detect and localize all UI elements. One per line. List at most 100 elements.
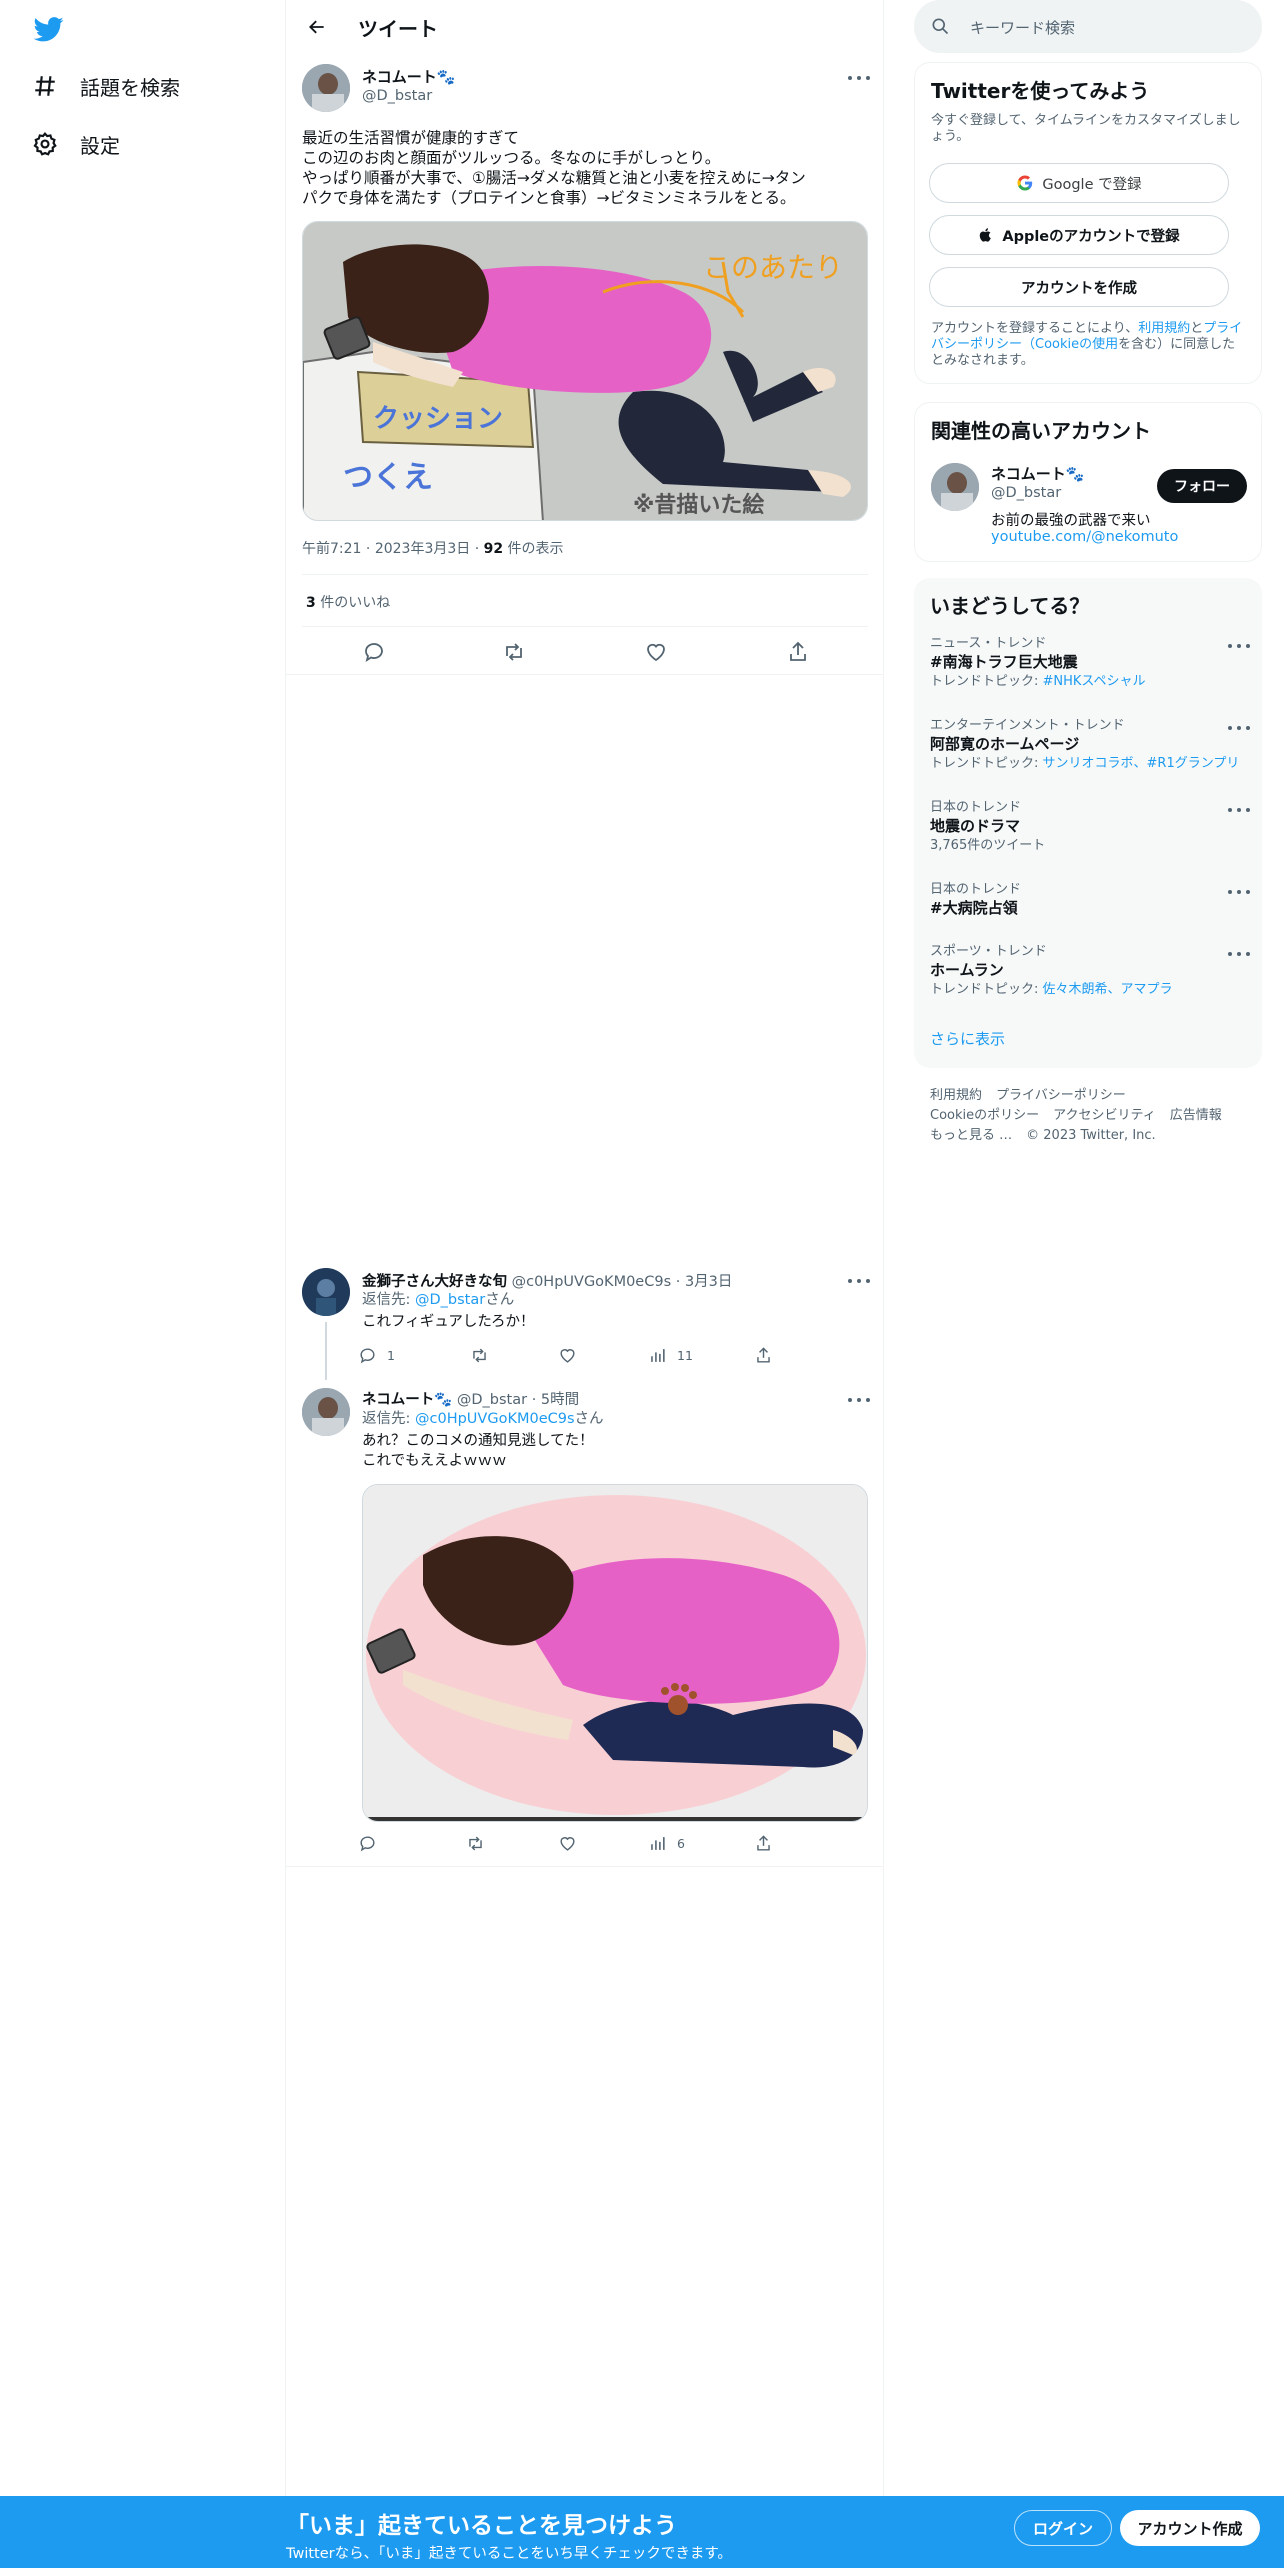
reply-to-link[interactable]: @D_bstar [415, 1292, 485, 1308]
footer-link[interactable]: 広告情報 [1170, 1108, 1222, 1123]
footer-link[interactable]: アクセシビリティ [1053, 1108, 1156, 1123]
reply-author-handle[interactable]: @c0HpUVGoKM0eC9s [512, 1274, 672, 1290]
analytics-bars-icon [651, 1837, 665, 1850]
footer-link[interactable]: 利用規約 [930, 1088, 982, 1103]
like-button[interactable] [558, 1834, 577, 1853]
main-tweet-avatar[interactable] [302, 64, 350, 112]
reply-author-handle[interactable]: @D_bstar [457, 1392, 527, 1408]
tweet-likes[interactable]: 3 件のいいね [306, 592, 390, 612]
main-tweet-actions [302, 636, 868, 668]
views-button[interactable]: 6 [648, 1834, 685, 1853]
more-options-icon[interactable] [1228, 950, 1250, 958]
top-bar: ツイート [286, 0, 884, 53]
main-column: ツイート ネコムート🐾 @D_bstar 最近の生活習慣が健康的すぎて この辺の… [286, 0, 884, 2496]
trend-topic-link[interactable]: #NHKスペシャル [1043, 674, 1146, 689]
main-tweet-image[interactable]: このあたり クッション つくえ ※昔描いた絵 [302, 221, 868, 521]
trend-item[interactable]: スポーツ・トレンド ホームラン トレンドトピック: 佐々木朗希、アマプラ [930, 944, 1250, 1000]
share-button[interactable] [754, 1834, 773, 1853]
reply-tweet[interactable]: ネコムート🐾 @D_bstar · 5時間 返信先: @c0HpUVGoKM0e… [286, 1388, 884, 1868]
divider [302, 574, 868, 575]
footer-link[interactable]: プライバシーポリシー [996, 1088, 1126, 1103]
retweet-button[interactable] [470, 1346, 489, 1365]
trend-topic-link[interactable]: 佐々木朗希、アマプラ [1043, 982, 1173, 997]
more-options-icon[interactable] [848, 74, 870, 82]
reply-icon[interactable] [362, 640, 386, 664]
search-icon [932, 18, 949, 35]
bottom-bar-title: 「いま」起きていることを見つけよう [286, 2513, 677, 2539]
signup-button[interactable]: アカウント作成 [1120, 2510, 1260, 2546]
reply-author-name[interactable]: 金獅子さん大好きな旬 [362, 1274, 507, 1290]
trend-topic-link[interactable]: サンリオコラボ、#R1グランプリ [1043, 756, 1240, 771]
thread-line [325, 1322, 327, 1380]
nav-explore[interactable]: 話題を検索 [32, 66, 180, 106]
related-account-name[interactable]: ネコムート🐾 [991, 463, 1084, 484]
retweet-icon [469, 1836, 482, 1851]
terms-mid: と [1190, 321, 1204, 336]
back-button[interactable] [300, 10, 334, 44]
create-account-button[interactable]: アカウントを作成 [929, 267, 1229, 307]
login-button[interactable]: ログイン [1014, 2510, 1112, 2546]
reply-image[interactable] [362, 1484, 868, 1822]
like-heart-icon[interactable] [644, 640, 668, 664]
reply-to-prefix: 返信先: [362, 1411, 415, 1427]
search-box[interactable]: キーワード検索 [914, 0, 1262, 53]
footer-link[interactable]: Cookieのポリシー [930, 1108, 1039, 1123]
trend-item[interactable]: 日本のトレンド #大病院占領 [930, 882, 1250, 918]
more-options-icon[interactable] [848, 1277, 870, 1285]
like-heart-icon [560, 1349, 575, 1363]
google-icon [1017, 175, 1033, 191]
reply-tweet[interactable]: 金獅子さん大好きな旬 @c0HpUVGoKM0eC9s · 3月3日 返信先: … [286, 1268, 884, 1380]
google-signup-label: Google で登録 [1042, 176, 1142, 193]
signup-terms: アカウントを登録することにより、利用規約とプライバシーポリシー（Cookieの使… [931, 321, 1247, 369]
more-options-icon[interactable] [1228, 806, 1250, 814]
more-options-icon[interactable] [848, 1396, 870, 1404]
copyright: © 2023 Twitter, Inc. [1026, 1128, 1156, 1143]
follow-button[interactable]: フォロー [1157, 469, 1247, 503]
main-tweet-author-handle[interactable]: @D_bstar [362, 88, 432, 104]
reply-author-name[interactable]: ネコムート🐾 [362, 1392, 452, 1408]
google-signup-button[interactable]: Google で登録 [929, 163, 1229, 203]
trend-item[interactable]: 日本のトレンド 地震のドラマ 3,765件のツイート [930, 800, 1250, 856]
reply-avatar[interactable] [302, 1388, 350, 1436]
retweet-icon[interactable] [502, 640, 526, 664]
reply-time[interactable]: 5時間 [541, 1392, 579, 1408]
likes-label: 件のいいね [315, 595, 391, 611]
trend-item[interactable]: ニュース・トレンド #南海トラフ巨大地震 トレンドトピック: #NHKスペシャル [930, 636, 1250, 692]
tweet-date[interactable]: 2023年3月3日 [375, 541, 470, 557]
related-account-handle[interactable]: @D_bstar [991, 485, 1061, 501]
reply-icon [360, 1836, 375, 1852]
nav-settings[interactable]: 設定 [32, 124, 120, 164]
related-account-avatar[interactable] [931, 463, 979, 511]
related-account-link[interactable]: youtube.com/@nekomuto [991, 529, 1178, 545]
tweet-time[interactable]: 午前7:21 [302, 541, 361, 557]
twitter-logo-icon[interactable] [32, 14, 66, 44]
footer-link[interactable]: もっと見る … [930, 1128, 1012, 1143]
signup-card-desc: 今すぐ登録して、タイムラインをカスタマイズしましょう。 [931, 113, 1241, 144]
reply-text: これフィギュアしたろか！ [362, 1314, 535, 1330]
views-button[interactable]: 11 [648, 1346, 693, 1365]
more-options-icon[interactable] [1228, 888, 1250, 896]
search-input[interactable]: キーワード検索 [970, 17, 1075, 38]
gear-icon [33, 132, 57, 156]
share-icon[interactable] [786, 640, 810, 664]
reply-button[interactable] [358, 1834, 377, 1853]
more-options-icon[interactable] [1228, 724, 1250, 732]
retweet-icon [473, 1348, 486, 1363]
retweet-button[interactable] [466, 1834, 485, 1853]
reply-time[interactable]: 3月3日 [685, 1274, 732, 1290]
trend-item[interactable]: エンターテインメント・トレンド 阿部寛のホームページ トレンドトピック: サンリ… [930, 718, 1250, 774]
signup-label: アカウント作成 [1137, 2519, 1243, 2538]
like-heart-icon [560, 1837, 575, 1851]
nav-settings-label: 設定 [80, 133, 120, 158]
main-tweet-author-name[interactable]: ネコムート🐾 [362, 66, 455, 87]
share-button[interactable] [754, 1346, 773, 1365]
reply-button[interactable]: 1 [358, 1346, 395, 1365]
reply-views-count: 6 [677, 1836, 685, 1851]
terms-link[interactable]: 利用規約 [1138, 321, 1190, 336]
reply-to-link[interactable]: @c0HpUVGoKM0eC9s [415, 1411, 575, 1427]
apple-signup-button[interactable]: Appleのアカウントで登録 [929, 215, 1229, 255]
reply-avatar[interactable] [302, 1268, 350, 1316]
show-more-link[interactable]: さらに表示 [930, 1028, 1005, 1049]
more-options-icon[interactable] [1228, 642, 1250, 650]
like-button[interactable] [558, 1346, 577, 1365]
